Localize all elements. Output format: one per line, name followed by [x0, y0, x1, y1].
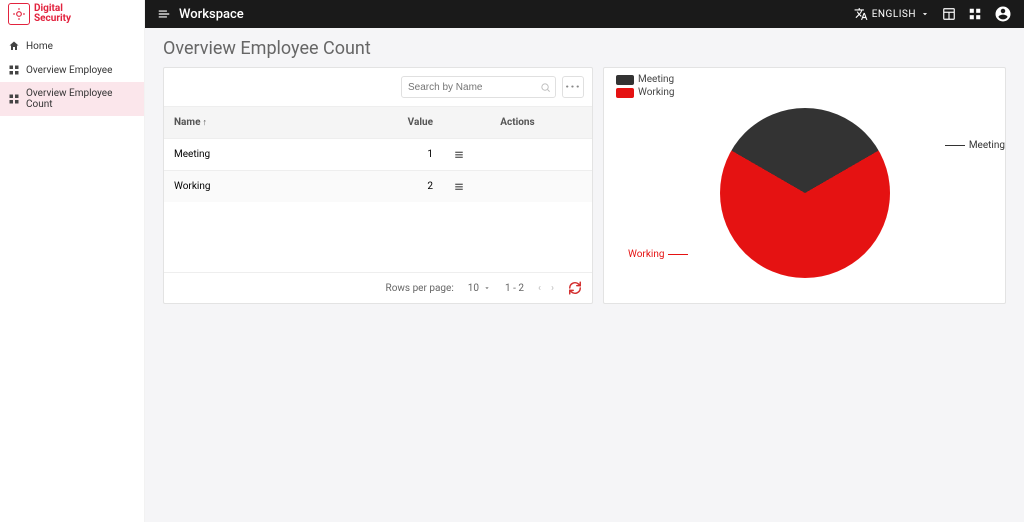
table-row: Working 2	[164, 171, 592, 203]
slice-label-text: Working	[628, 249, 664, 260]
pie-slice-label-working: Working	[628, 249, 688, 260]
brand-logo-icon	[8, 3, 30, 25]
brand-line2: Security	[34, 14, 71, 24]
search-input-wrap[interactable]	[401, 76, 556, 98]
legend-swatch	[616, 75, 634, 85]
col-value[interactable]: Value	[319, 107, 443, 139]
grid-icon	[8, 93, 20, 105]
legend-entry-working: Working	[616, 87, 993, 98]
legend-label: Meeting	[638, 74, 674, 85]
chart-legend: Meeting Working	[616, 74, 993, 98]
leader-line	[945, 145, 965, 146]
grid-icon	[8, 64, 20, 76]
row-actions[interactable]	[443, 139, 592, 171]
leader-line	[668, 254, 688, 255]
cell-name: Meeting	[164, 139, 319, 171]
pie-graphic	[720, 108, 890, 278]
sidebar-item-label: Overview Employee Count	[26, 88, 136, 110]
menu-icon[interactable]	[157, 7, 171, 21]
row-actions[interactable]	[443, 171, 592, 203]
sidebar-item-label: Overview Employee	[26, 65, 112, 76]
dashboard-icon[interactable]	[942, 7, 956, 21]
pie-slice-label-meeting: Meeting	[945, 140, 1005, 151]
brand-text: Digital Security	[34, 4, 71, 24]
nav-list: Home Overview Employee Overview Employee…	[0, 28, 144, 116]
sidebar-item-overview-employee[interactable]: Overview Employee	[0, 58, 144, 82]
rows-per-page-value: 10	[468, 283, 479, 294]
slice-label-text: Meeting	[969, 140, 1005, 151]
brand-logo: Digital Security	[0, 0, 144, 28]
col-actions: Actions	[443, 107, 592, 139]
chevron-down-icon	[483, 284, 491, 292]
topbar: Workspace ENGLISH	[0, 0, 1024, 28]
legend-entry-meeting: Meeting	[616, 74, 993, 85]
content: Overview Employee Count ··· Name↑ Value …	[145, 28, 1024, 314]
chevron-down-icon	[920, 9, 930, 19]
more-button[interactable]: ···	[562, 76, 584, 98]
apps-icon[interactable]	[968, 7, 982, 21]
data-table: Name↑ Value Actions Meeting 1 Working 2	[164, 106, 592, 202]
rows-per-page-select[interactable]: 10	[468, 283, 491, 294]
col-name[interactable]: Name↑	[164, 107, 319, 139]
table-row: Meeting 1	[164, 139, 592, 171]
account-icon[interactable]	[994, 5, 1012, 23]
pagination-range: 1 - 2	[505, 283, 524, 294]
page-title: Overview Employee Count	[163, 38, 1006, 59]
rows-per-page-label: Rows per page:	[386, 283, 454, 294]
cell-value: 2	[319, 171, 443, 203]
cell-name: Working	[164, 171, 319, 203]
translate-icon	[854, 7, 868, 21]
refresh-button[interactable]	[568, 281, 582, 295]
workspace-title: Workspace	[179, 7, 244, 22]
pie-chart: Meeting Working	[616, 98, 993, 288]
home-icon	[8, 40, 20, 52]
chart-panel: Meeting Working Meeting Working	[603, 67, 1006, 304]
prev-page-button[interactable]: ‹	[538, 283, 541, 294]
table-footer: Rows per page: 10 1 - 2 ‹ ›	[164, 272, 592, 303]
search-input[interactable]	[408, 82, 540, 93]
language-switcher[interactable]: ENGLISH	[854, 7, 930, 21]
search-icon	[540, 82, 551, 93]
sidebar-item-overview-employee-count[interactable]: Overview Employee Count	[0, 82, 144, 116]
cell-value: 1	[319, 139, 443, 171]
sidebar-item-home[interactable]: Home	[0, 34, 144, 58]
col-name-label: Name	[174, 117, 200, 128]
legend-label: Working	[638, 87, 674, 98]
language-label: ENGLISH	[872, 9, 916, 20]
sort-asc-icon: ↑	[202, 118, 207, 128]
sidebar-item-label: Home	[26, 41, 53, 52]
table-panel: ··· Name↑ Value Actions Meeting 1	[163, 67, 593, 304]
next-page-button[interactable]: ›	[551, 283, 554, 294]
sidebar: Digital Security Home Overview Employee …	[0, 0, 145, 522]
legend-swatch	[616, 88, 634, 98]
